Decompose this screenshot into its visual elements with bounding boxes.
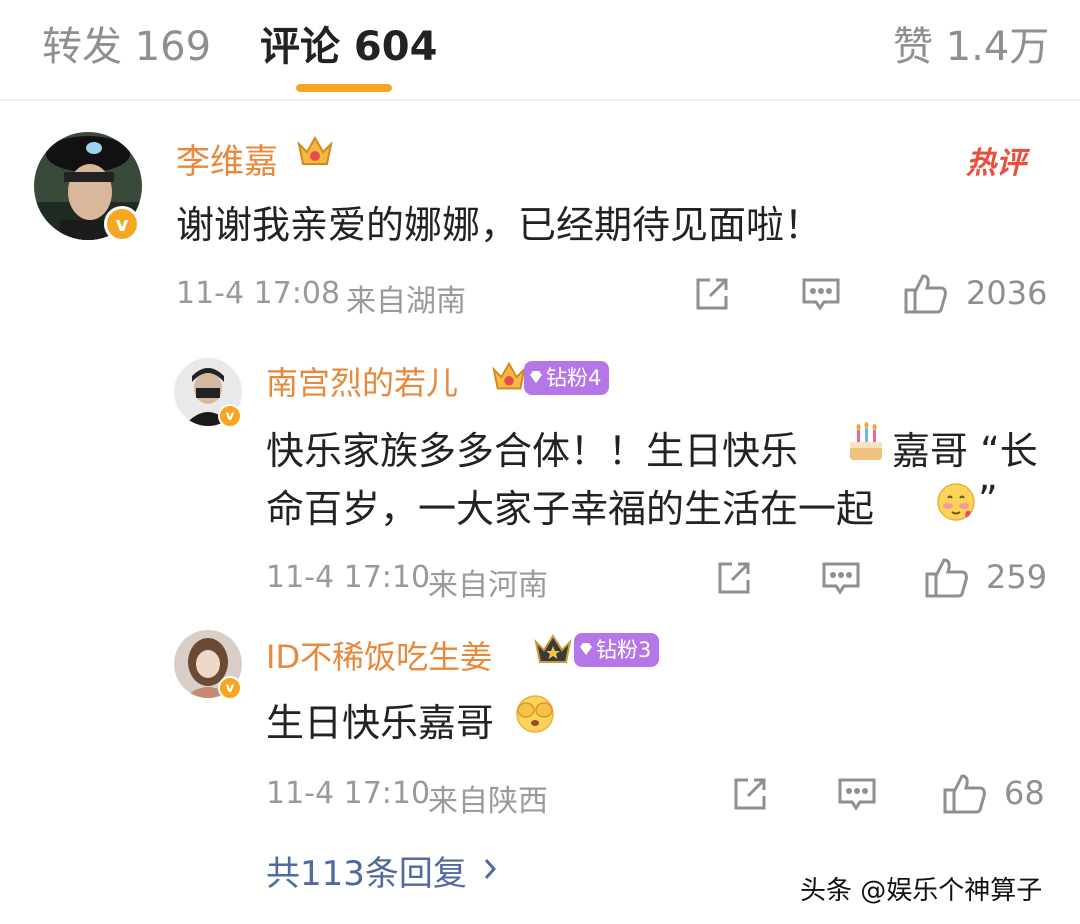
reply-text-line: ” xyxy=(978,478,998,522)
reply-location: 来自河南 xyxy=(428,568,548,603)
like-count: 2036 xyxy=(966,274,1048,312)
reply-text-line: 嘉哥 “长 xyxy=(892,429,1038,473)
more-replies-label: 共113条回复 xyxy=(266,854,467,894)
comment-username[interactable]: 李维嘉 xyxy=(176,134,278,183)
tab-reposts[interactable]: 转发 169 xyxy=(42,14,211,72)
share-icon[interactable] xyxy=(714,558,754,598)
share-icon[interactable] xyxy=(730,774,770,814)
active-tab-indicator xyxy=(296,84,392,92)
chevron-right-icon xyxy=(481,856,499,886)
like-icon[interactable] xyxy=(903,272,949,316)
verified-icon: v xyxy=(218,404,242,428)
crown-icon xyxy=(532,630,574,674)
diamond-icon xyxy=(578,633,594,667)
reply-text: 生日快乐嘉哥 xyxy=(266,701,495,745)
reply-time: 11-4 17:10 xyxy=(266,776,431,811)
crown-icon xyxy=(490,358,528,400)
birthday-cake-icon xyxy=(846,420,886,468)
shy-face-emoji-icon xyxy=(936,482,976,526)
like-icon[interactable] xyxy=(942,772,988,816)
verified-icon: v xyxy=(218,676,242,700)
verified-icon: v xyxy=(104,206,140,242)
fan-badge-label: 钻粉3 xyxy=(596,638,652,662)
fan-level-badge: 钻粉3 xyxy=(574,633,660,667)
covering-eyes-emoji-icon xyxy=(514,694,556,738)
reply-text-line: 快乐家族多多合体！！生日快乐 xyxy=(266,429,799,473)
like-count: 259 xyxy=(986,558,1048,596)
comment-icon[interactable] xyxy=(820,558,862,598)
watermark: 头条 @娱乐个神算子 xyxy=(800,876,1043,906)
comment-text: 谢谢我亲爱的娜娜，已经期待见面啦！ xyxy=(176,203,823,247)
comment-location: 来自湖南 xyxy=(346,284,466,319)
like-icon[interactable] xyxy=(924,556,970,600)
comment-time: 11-4 17:08 xyxy=(176,276,341,311)
comment-icon[interactable] xyxy=(836,774,878,814)
hot-comment-label: 热评 xyxy=(966,146,1026,181)
like-count: 68 xyxy=(1004,774,1045,812)
reply-text-line: 命百岁，一大家子幸福的生活在一起 xyxy=(266,487,875,531)
diamond-icon xyxy=(528,361,544,395)
comment-icon[interactable] xyxy=(800,274,842,314)
reply-username[interactable]: 南宫烈的若儿 xyxy=(266,358,458,404)
reply-location: 来自陕西 xyxy=(428,784,548,819)
tab-likes[interactable]: 赞 1.4万 xyxy=(893,14,1049,72)
reply-time: 11-4 17:10 xyxy=(266,560,431,595)
more-replies-link[interactable]: 共113条回复 xyxy=(266,846,499,895)
fan-level-badge: 钻粉4 xyxy=(524,361,610,395)
tab-divider xyxy=(0,99,1080,101)
tab-comments[interactable]: 评论 604 xyxy=(260,14,437,72)
share-icon[interactable] xyxy=(692,274,732,314)
reply-username[interactable]: ID不稀饭吃生姜 xyxy=(266,632,492,678)
crown-icon xyxy=(295,132,335,176)
fan-badge-label: 钻粉4 xyxy=(546,366,602,390)
